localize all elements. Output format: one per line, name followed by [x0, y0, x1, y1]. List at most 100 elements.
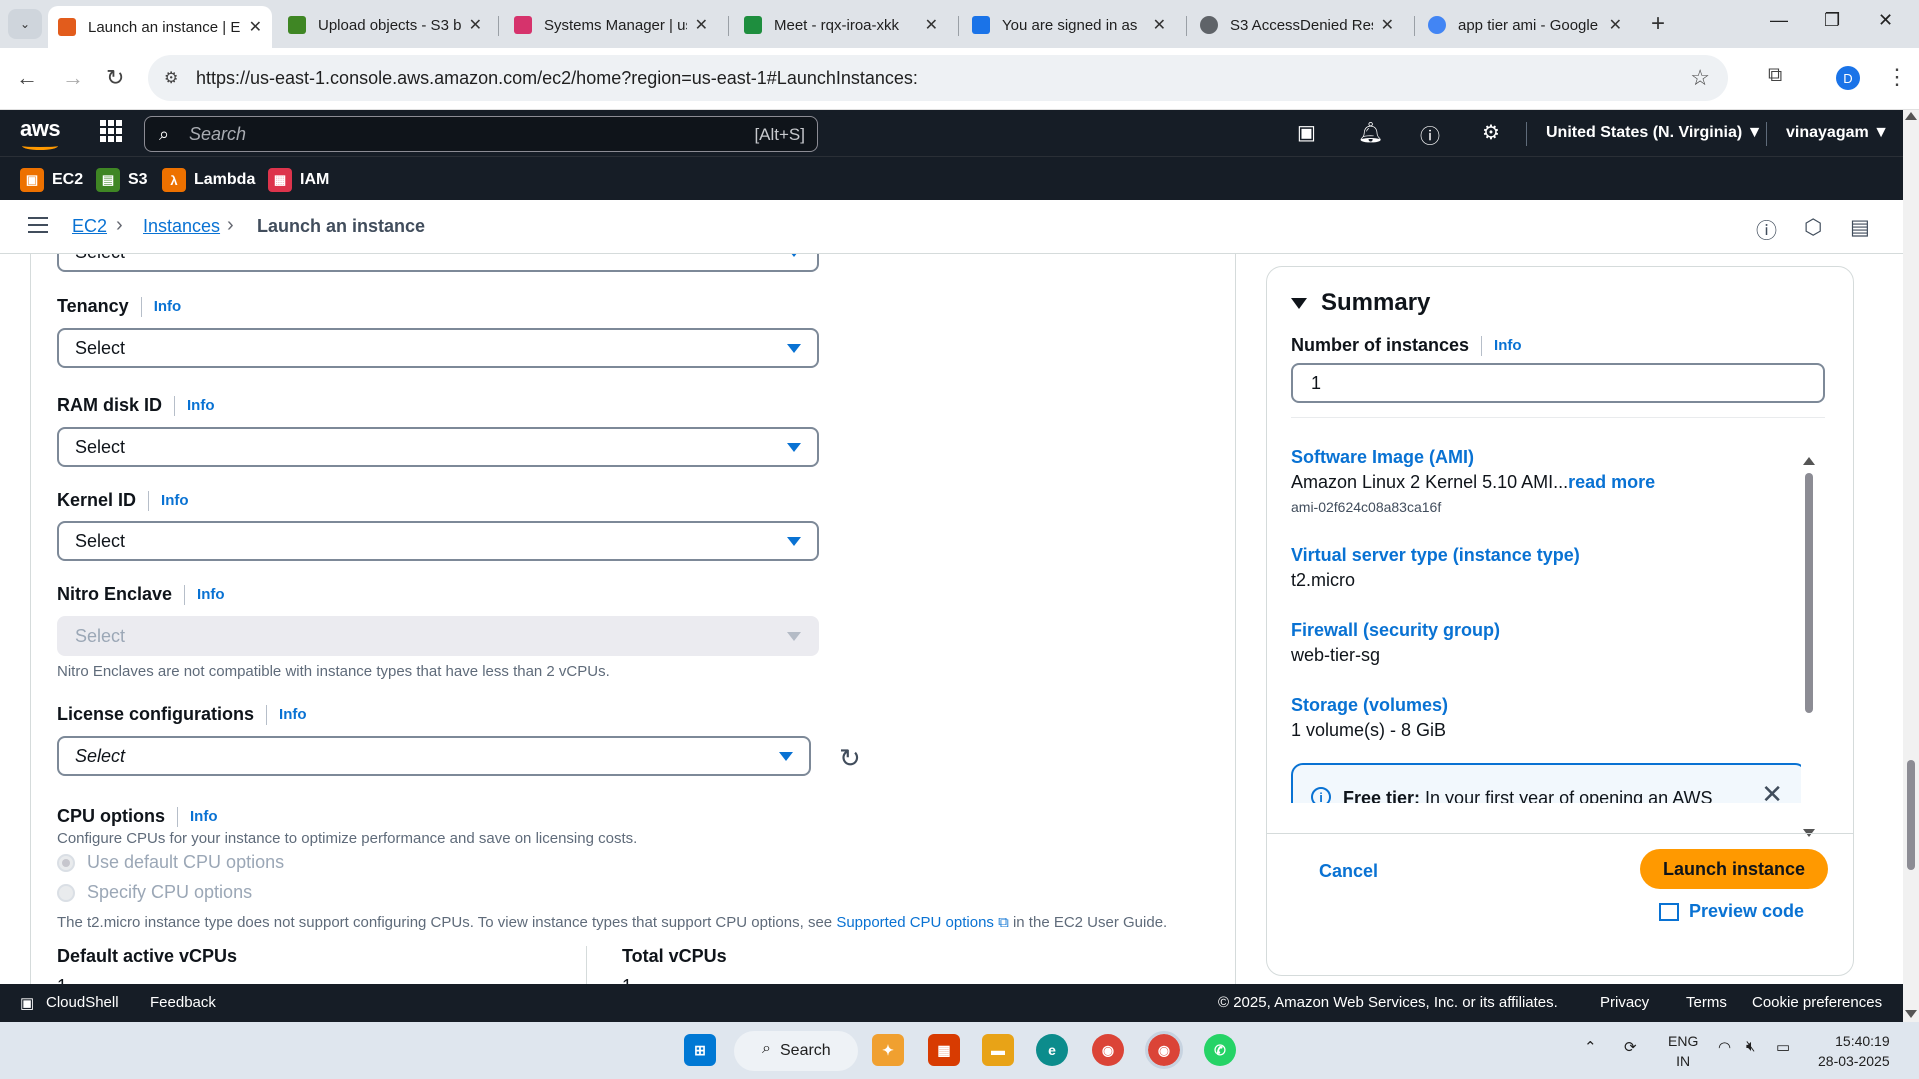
nitro-info-link[interactable]: Info	[197, 586, 225, 603]
region-selector[interactable]: United States (N. Virginia) ▼	[1546, 124, 1762, 142]
tenancy-info-link[interactable]: Info	[154, 298, 182, 315]
chrome-profile-icon[interactable]: ◉	[1145, 1031, 1183, 1069]
battery-icon[interactable]: ▭	[1776, 1038, 1790, 1056]
breadcrumb-instances[interactable]: Instances	[143, 216, 220, 237]
tab-search-button[interactable]: ⌄	[8, 9, 42, 39]
aws-search-input[interactable]: ⌕ Search [Alt+S]	[144, 116, 818, 152]
windows-start-icon[interactable]: ⊞	[684, 1034, 716, 1066]
radio-default-cpu[interactable]: Use default CPU options	[57, 852, 284, 873]
close-tab-icon[interactable]: ✕	[1381, 15, 1394, 35]
side-nav-menu-icon[interactable]	[28, 217, 48, 238]
summary-scrollbar[interactable]	[1805, 473, 1813, 713]
privacy-link[interactable]: Privacy	[1600, 994, 1649, 1011]
url-input[interactable]: ⚙ https://us-east-1.console.aws.amazon.c…	[148, 55, 1728, 101]
instances-info-link[interactable]: Info	[1494, 337, 1522, 354]
favorite-lambda[interactable]: λ Lambda	[162, 168, 255, 192]
number-of-instances-input[interactable]: 1	[1291, 363, 1825, 403]
cloudshell-icon[interactable]: ▣	[1297, 120, 1316, 145]
storage-summary-link[interactable]: Storage (volumes)	[1291, 695, 1448, 716]
sync-icon[interactable]: ⟳	[1624, 1038, 1637, 1056]
ramdisk-info-link[interactable]: Info	[187, 397, 215, 414]
preview-code-button[interactable]: Preview code	[1659, 901, 1804, 922]
cloudshell-link[interactable]: CloudShell	[46, 994, 119, 1011]
edge-icon[interactable]: e	[1036, 1034, 1068, 1066]
bookmark-star-icon[interactable]: ☆	[1690, 65, 1710, 91]
tab-upload-objects[interactable]: Upload objects - S3 b ✕	[278, 6, 492, 44]
profile-avatar[interactable]: D	[1836, 66, 1860, 90]
services-menu-icon[interactable]	[100, 120, 122, 142]
terms-link[interactable]: Terms	[1686, 994, 1727, 1011]
supported-cpu-options-link[interactable]: Supported CPU options	[836, 914, 994, 931]
extensions-icon[interactable]: ⧉	[1768, 64, 1782, 87]
breadcrumb-ec2[interactable]: EC2	[72, 216, 107, 237]
cancel-button[interactable]: Cancel	[1319, 861, 1378, 882]
close-tab-icon[interactable]: ✕	[1609, 15, 1622, 35]
file-explorer-icon[interactable]: ▬	[982, 1034, 1014, 1066]
scroll-up-icon[interactable]	[1803, 457, 1815, 465]
tab-s3-access-denied[interactable]: S3 AccessDenied Res ✕	[1190, 6, 1404, 44]
new-tab-icon[interactable]: +	[1651, 10, 1665, 38]
aws-logo[interactable]: aws	[20, 116, 61, 150]
reload-icon[interactable]: ↻	[106, 65, 124, 91]
tab-systems-manager[interactable]: Systems Manager | us ✕	[504, 6, 718, 44]
minimize-icon[interactable]: —	[1770, 10, 1788, 31]
refresh-icon[interactable]: ↻	[839, 743, 861, 774]
close-tab-icon[interactable]: ✕	[469, 15, 482, 35]
close-tab-icon[interactable]: ✕	[1153, 15, 1166, 35]
summary-details: Software Image (AMI) Amazon Linux 2 Kern…	[1291, 427, 1801, 803]
taskbar-search[interactable]: ⌕ Search	[734, 1031, 858, 1071]
account-menu[interactable]: vinayagam ▼	[1786, 124, 1889, 142]
language-indicator[interactable]: ENG IN	[1668, 1031, 1698, 1071]
window-close-icon[interactable]: ✕	[1878, 10, 1893, 31]
favorite-s3[interactable]: ▤ S3	[96, 168, 148, 192]
site-info-icon[interactable]: ⚙	[164, 68, 178, 88]
close-tab-icon[interactable]: ✕	[925, 15, 938, 35]
tutorial-panel-icon[interactable]: ▤	[1850, 215, 1870, 240]
license-select[interactable]: Select	[57, 736, 811, 776]
cpu-info-link[interactable]: Info	[190, 808, 218, 825]
kernel-info-link[interactable]: Info	[161, 492, 189, 509]
copilot-icon[interactable]: ✦	[872, 1034, 904, 1066]
settings-gear-icon[interactable]: ⚙	[1482, 120, 1500, 145]
whatsapp-icon[interactable]: ✆	[1204, 1034, 1236, 1066]
favorite-ec2[interactable]: ▣ EC2	[20, 168, 83, 192]
kernel-select[interactable]: Select	[57, 521, 819, 561]
notifications-panel-icon[interactable]: ⬡	[1804, 215, 1822, 240]
close-tab-icon[interactable]: ✕	[249, 17, 262, 37]
ami-summary-link[interactable]: Software Image (AMI)	[1291, 447, 1474, 468]
wifi-icon[interactable]: ◠	[1718, 1038, 1731, 1056]
volume-muted-icon[interactable]: 🔇︎	[1746, 1038, 1755, 1055]
info-panel-icon[interactable]: ⓘ	[1756, 215, 1777, 245]
tray-overflow-icon[interactable]: ⌃	[1584, 1038, 1597, 1056]
cookie-preferences-link[interactable]: Cookie preferences	[1752, 994, 1882, 1011]
radio-specify-cpu[interactable]: Specify CPU options	[57, 882, 252, 903]
favorite-iam[interactable]: ▦ IAM	[268, 168, 329, 192]
help-icon[interactable]: ⓘ	[1420, 120, 1440, 149]
security-group-summary-link[interactable]: Firewall (security group)	[1291, 620, 1500, 641]
notifications-bell-icon[interactable]: 🔔︎	[1358, 120, 1383, 145]
system-clock[interactable]: 15:40:19 28-03-2025	[1818, 1031, 1890, 1071]
back-icon[interactable]: ←	[16, 65, 38, 91]
close-icon[interactable]: ✕	[1761, 779, 1783, 803]
partial-select[interactable]: Select	[57, 254, 819, 272]
restore-icon[interactable]: ❐	[1824, 10, 1840, 31]
tenancy-select[interactable]: Select	[57, 328, 819, 368]
tab-meet[interactable]: Meet - rqx-iroa-xkk ✕	[734, 6, 948, 44]
summary-header[interactable]: Summary	[1291, 289, 1430, 317]
forward-icon[interactable]: →	[62, 65, 84, 91]
feedback-link[interactable]: Feedback	[150, 994, 216, 1011]
tab-signed-in[interactable]: You are signed in as ✕	[962, 6, 1176, 44]
page-scrollbar[interactable]	[1903, 110, 1919, 1022]
ramdisk-select[interactable]: Select	[57, 427, 819, 467]
tab-launch-instance[interactable]: Launch an instance | E ✕	[48, 6, 272, 48]
chrome-icon[interactable]: ◉	[1092, 1034, 1124, 1066]
close-tab-icon[interactable]: ✕	[695, 15, 708, 35]
instance-type-summary-link[interactable]: Virtual server type (instance type)	[1291, 545, 1580, 566]
launch-instance-button[interactable]: Launch instance	[1640, 849, 1828, 889]
store-icon[interactable]: ▦	[928, 1034, 960, 1066]
license-info-link[interactable]: Info	[279, 706, 307, 723]
read-more-link[interactable]: read more	[1568, 472, 1655, 492]
cloudshell-footer-icon[interactable]: ▣	[20, 994, 34, 1012]
tab-google-search[interactable]: app tier ami - Google ✕	[1418, 6, 1632, 44]
browser-menu-icon[interactable]: ⋮	[1886, 64, 1908, 90]
